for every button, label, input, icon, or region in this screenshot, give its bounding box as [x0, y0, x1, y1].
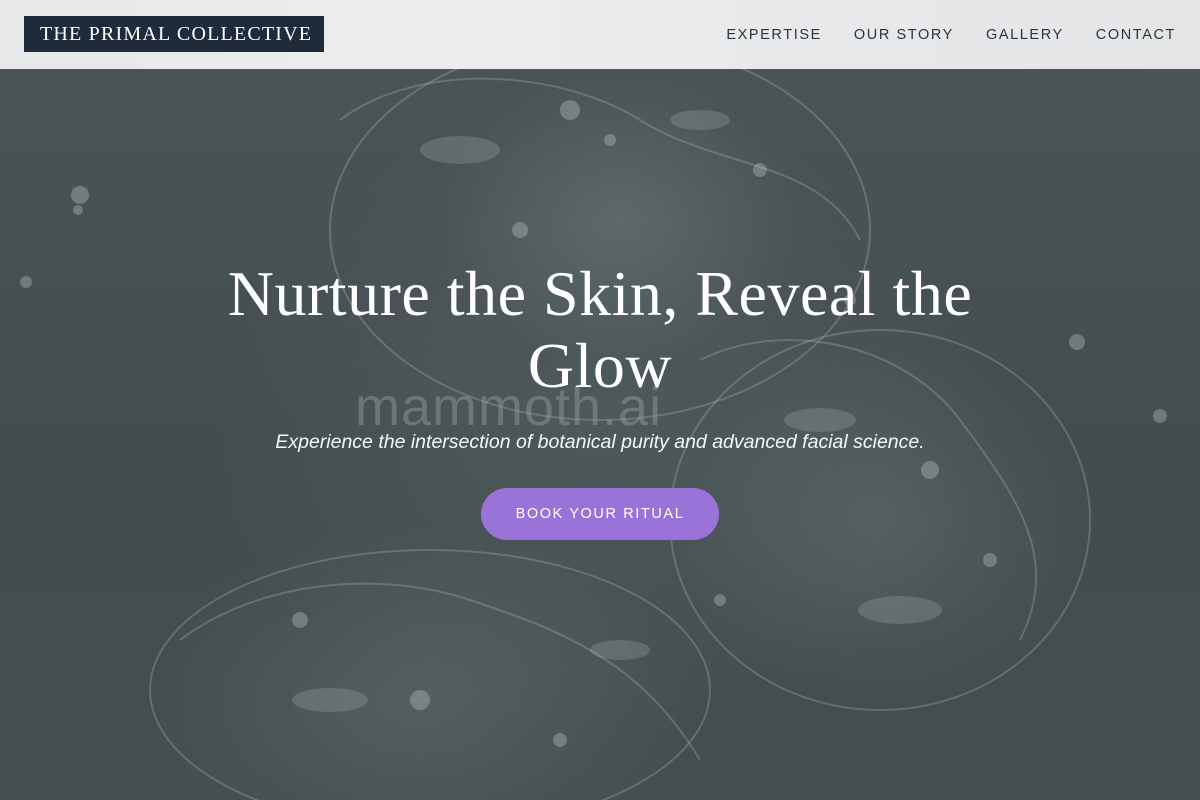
hero-title: Nurture the Skin, Reveal the Glow	[150, 258, 1050, 402]
nav-link-contact[interactable]: CONTACT	[1096, 27, 1176, 43]
nav-link-gallery[interactable]: GALLERY	[986, 27, 1064, 43]
nav-link-expertise[interactable]: EXPERTISE	[726, 27, 822, 43]
nav-link-our-story[interactable]: OUR STORY	[854, 27, 954, 43]
hero-title-line-1: Nurture the Skin, Reveal the	[227, 258, 973, 329]
site-logo[interactable]: THE PRIMAL COLLECTIVE	[24, 16, 324, 52]
main-nav: EXPERTISE OUR STORY GALLERY CONTACT	[726, 0, 1176, 69]
page: THE PRIMAL COLLECTIVE EXPERTISE OUR STOR…	[0, 0, 1200, 800]
hero-title-line-2: Glow	[527, 330, 673, 401]
hero-subtitle: Experience the intersection of botanical…	[275, 431, 925, 453]
book-ritual-button[interactable]: BOOK YOUR RITUAL	[481, 488, 719, 540]
site-header: THE PRIMAL COLLECTIVE EXPERTISE OUR STOR…	[0, 0, 1200, 69]
hero-section: Nurture the Skin, Reveal the Glow Experi…	[0, 0, 1200, 800]
